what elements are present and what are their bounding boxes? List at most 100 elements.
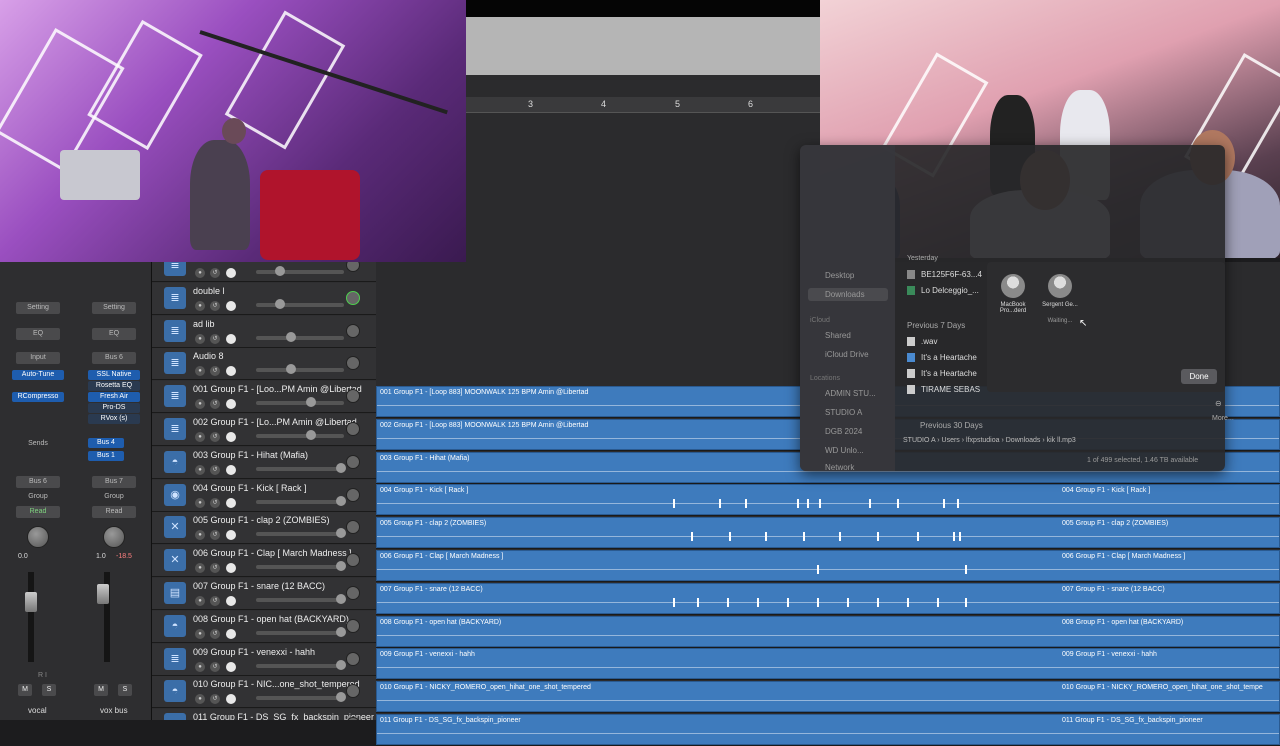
track-name[interactable]: 003 Group F1 - Hihat (Mafia) [193, 450, 308, 460]
track-header[interactable]: ◓ 008 Group F1 - open hat (BACKYARD) ● ↺ [152, 610, 376, 643]
person-avatar-icon[interactable] [1048, 274, 1072, 298]
sidebar-item-network[interactable]: Network [825, 463, 854, 472]
track-pan-knob[interactable] [346, 487, 360, 502]
track-header[interactable]: ≣ 002 Group F1 - [Lo...PM Amin @Libertad ●… [152, 414, 376, 446]
solo-button[interactable]: S [118, 684, 132, 696]
track-name[interactable]: 006 Group F1 - Clap [ March Madness ] [193, 548, 352, 558]
group-button[interactable]: Group [92, 491, 136, 503]
eq-button[interactable]: EQ [92, 328, 136, 340]
file-row[interactable]: BE125F6F-63...4 [907, 270, 982, 280]
track-pan-knob[interactable] [346, 262, 360, 272]
person-avatar-icon[interactable] [1001, 274, 1025, 298]
automation-button[interactable]: Read [16, 506, 60, 518]
track-name[interactable]: 005 Group F1 - clap 2 (ZOMBIES) [193, 515, 330, 525]
track-header[interactable]: ◉ 004 Group F1 - Kick [ Rack ] ● ↺ [152, 479, 376, 512]
track-volume-slider[interactable] [256, 430, 344, 440]
track-name[interactable]: 010 Group F1 - NIC...one_shot_tempered [193, 679, 360, 689]
mute-icon[interactable]: ● [195, 596, 205, 606]
track-volume-slider[interactable] [256, 495, 346, 506]
mute-icon[interactable]: ● [195, 464, 205, 475]
track-pan-knob[interactable] [346, 422, 360, 436]
timeline-ruler[interactable]: 3 4 5 6 [466, 97, 820, 113]
volume-handle[interactable] [336, 626, 346, 637]
setting-button[interactable]: Setting [92, 302, 136, 314]
record-enable-icon[interactable] [226, 268, 236, 278]
track-header[interactable]: ▤ 007 Group F1 - snare (12 BACC) ● ↺ [152, 578, 376, 610]
track-volume-slider[interactable] [256, 626, 346, 637]
send-slot[interactable]: Bus 1 [88, 451, 124, 461]
mute-icon[interactable]: ● [195, 497, 205, 508]
record-enable-icon[interactable] [226, 563, 236, 574]
mute-icon[interactable]: ● [195, 432, 205, 442]
volume-handle[interactable] [286, 331, 296, 342]
record-enable-icon[interactable] [226, 366, 236, 377]
solo-button[interactable]: S [42, 684, 56, 696]
track-volume-slider[interactable] [256, 692, 346, 703]
input-monitor-icon[interactable]: ↺ [210, 268, 220, 278]
input-monitor-icon[interactable]: ↺ [210, 497, 220, 508]
input-monitor-icon[interactable]: ↺ [210, 464, 220, 475]
plugin-slot[interactable]: Pro-DS [88, 403, 140, 413]
input-monitor-icon[interactable]: ↺ [210, 563, 220, 574]
file-row[interactable]: Lo Delceggio_... [907, 286, 979, 296]
plugin-slot[interactable]: RCompresso [12, 392, 64, 402]
mute-icon[interactable]: ● [195, 628, 205, 639]
track-name[interactable]: 001 Group F1 - [Loo...PM Amin @Libertad [193, 384, 362, 394]
input-monitor-icon[interactable]: ↺ [210, 366, 220, 377]
sidebar-item-location[interactable]: WD Unlo... [825, 446, 864, 455]
record-enable-icon[interactable] [226, 333, 236, 344]
send-slot[interactable]: Bus 4 [88, 438, 124, 448]
track-header[interactable]: ◓ 010 Group F1 - NIC...one_shot_tempered ●… [152, 676, 376, 709]
track-volume-slider[interactable] [256, 364, 344, 375]
input-monitor-icon[interactable]: ↺ [210, 530, 220, 541]
track-pan-knob[interactable] [346, 586, 360, 600]
track-name[interactable]: Audio 8 [193, 351, 224, 361]
mute-icon[interactable]: ● [195, 333, 205, 344]
input-monitor-icon[interactable]: ↺ [210, 432, 220, 442]
record-enable-icon[interactable] [226, 596, 236, 606]
path-segment[interactable]: lfxpstudioa [966, 437, 999, 444]
sidebar-item-downloads[interactable]: Downloads [808, 288, 888, 301]
automation-button[interactable]: Read [92, 506, 136, 518]
record-enable-icon[interactable] [226, 497, 236, 508]
volume-handle[interactable] [306, 430, 316, 440]
volume-fader[interactable] [25, 592, 37, 612]
volume-handle[interactable] [275, 298, 285, 309]
volume-handle[interactable] [336, 659, 346, 670]
pan-knob[interactable] [103, 526, 125, 548]
group-button[interactable]: Group [16, 491, 60, 503]
mute-icon[interactable]: ● [195, 399, 205, 410]
track-header[interactable]: ≣ 001 Group F1 - [Loo...PM Amin @Libertad… [152, 381, 376, 414]
mute-button[interactable]: M [18, 684, 32, 696]
file-row[interactable]: .wav [907, 337, 937, 347]
volume-handle[interactable] [336, 561, 346, 572]
track-volume-slider[interactable] [256, 298, 344, 309]
track-header[interactable]: ≣ 009 Group F1 - venexxi - hahh ● ↺ [152, 643, 376, 676]
plugin-slot[interactable]: RVox (s) [88, 414, 140, 424]
volume-handle[interactable] [336, 495, 346, 506]
track-pan-knob[interactable] [346, 520, 360, 535]
track-name[interactable]: double l [193, 286, 225, 296]
input-monitor-icon[interactable]: ↺ [210, 694, 220, 705]
output-button[interactable]: Bus 7 [92, 476, 136, 488]
track-name[interactable]: 008 Group F1 - open hat (BACKYARD) [193, 614, 349, 624]
mute-icon[interactable]: ● [195, 300, 205, 311]
track-volume-slider[interactable] [256, 266, 344, 276]
eq-button[interactable]: EQ [16, 328, 60, 340]
track-header[interactable]: ≣ ad lib ● ↺ [152, 315, 376, 348]
output-button[interactable]: Bus 6 [16, 476, 60, 488]
sidebar-item-location[interactable]: STUDIO A [825, 408, 862, 417]
sidebar-item-location[interactable]: ADMIN STU... [825, 389, 876, 398]
input-monitor-icon[interactable]: ↺ [210, 596, 220, 606]
input-button[interactable]: Bus 6 [92, 352, 136, 364]
plugin-slot[interactable]: Fresh Air [88, 392, 140, 402]
record-enable-icon[interactable] [226, 300, 236, 311]
track-name[interactable]: 002 Group F1 - [Lo...PM Amin @Libertad [193, 417, 357, 427]
path-segment[interactable]: Downloads [1006, 437, 1041, 444]
volume-handle[interactable] [306, 397, 316, 408]
volume-handle[interactable] [275, 266, 285, 276]
track-header[interactable]: ≣ Audio 8 ● ↺ [152, 348, 376, 381]
path-segment[interactable]: kik ll.mp3 [1047, 437, 1076, 444]
input-monitor-icon[interactable]: ↺ [210, 399, 220, 410]
track-header[interactable]: ≣ double c ● ↺ [152, 262, 376, 282]
